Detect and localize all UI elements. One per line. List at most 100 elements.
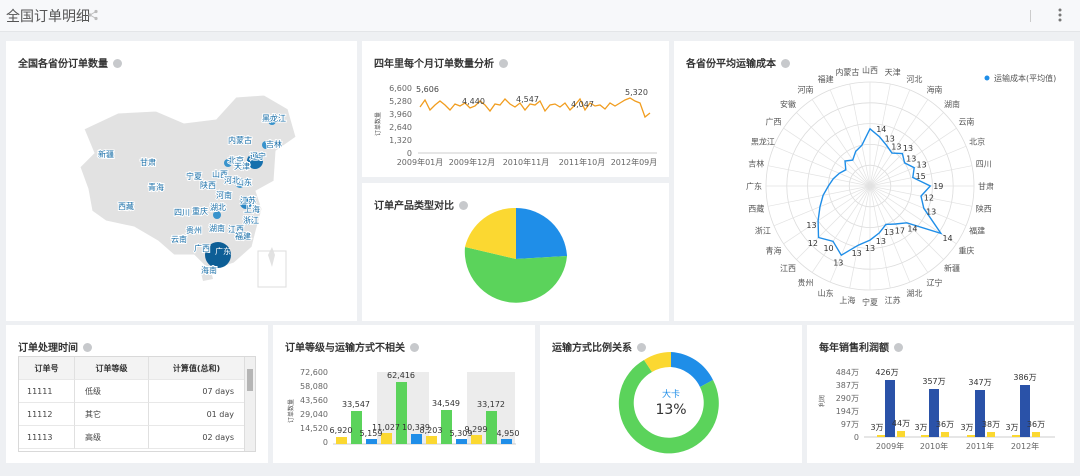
radar-axis-label: 海南 (926, 85, 942, 95)
y-tick: 387万 (836, 381, 859, 390)
bar (941, 432, 949, 437)
radar-value-label: 12 (924, 194, 934, 203)
table-cell: 11113 (19, 426, 75, 449)
bar-label: 36万 (936, 420, 954, 429)
bar (897, 431, 905, 437)
bar (396, 382, 407, 444)
y-axis: 484万 387万 290万 194万 97万 0 (836, 368, 859, 442)
bar-label: 426万 (875, 368, 898, 377)
y-axis-label: 订单数量 (287, 399, 295, 423)
column-header[interactable]: 订单号 (19, 357, 75, 380)
radar-value-label: 17 (895, 227, 905, 236)
y-tick: 3,960 (389, 110, 412, 119)
profit-bar-chart[interactable]: 484万 387万 290万 194万 97万 0 利润 426万 3万 44万… (807, 325, 1074, 463)
y-tick: 29,040 (300, 410, 328, 419)
radar-spoke (773, 185, 871, 227)
x-axis: 2009年01月 2009年12月 2010年11月 2011年10月 2012… (397, 157, 658, 167)
table-scrollbar[interactable] (244, 357, 255, 451)
table-header-row: 订单号 订单等级 计算值(总和) (19, 357, 245, 380)
radar-panel: 各省份平均运输成本 运输成本(平均值) 山西 天津 河北 海南 湖南 云南 北京 四川 甘肃 陕西… (674, 41, 1074, 321)
bar (471, 435, 482, 444)
radar-value-label: 13 (806, 221, 816, 230)
map-province-label: 西藏 (118, 201, 134, 211)
annotation: 4,547 (516, 95, 539, 104)
radar-axis-label: 吉林 (748, 158, 764, 168)
donut-slice-blue (671, 352, 713, 387)
bar-label: 36万 (1027, 420, 1045, 429)
radar-axis-label: 山西 (862, 65, 878, 75)
product-pie-chart[interactable] (362, 183, 669, 321)
x-tick: 2010年 (920, 441, 948, 451)
radar-value-label: 14 (942, 234, 952, 243)
radar-axis-label: 重庆 (958, 245, 974, 255)
radar-spoke (796, 112, 871, 187)
radar-chart[interactable]: 运输成本(平均值) 山西 天津河北海南湖南云南北京四川甘肃陕西福建重庆新疆辽宁湖北… (674, 41, 1074, 321)
bar-label: 3万 (914, 423, 927, 432)
map-province-label: 陕西 (200, 180, 216, 190)
table-row[interactable]: 11112 其它 01 day (19, 403, 245, 426)
radar-axis-label: 江西 (780, 264, 796, 273)
radar-axis-label: 陕西 (976, 204, 992, 214)
panel-title: 订单处理时间 (18, 339, 92, 354)
bar (921, 435, 929, 437)
bar (351, 411, 362, 444)
order-table: 订单号 订单等级 计算值(总和) 11111 低级 07 days 11112 … (18, 356, 256, 452)
share-icon[interactable] (87, 9, 99, 21)
bar-label: 11,027 (372, 423, 400, 432)
product-panel: 订单产品类型对比 (362, 183, 669, 321)
radar-value-label: 13 (926, 207, 936, 216)
radar-axis-label: 天津 (885, 67, 901, 77)
shipping-bar-chart[interactable]: 72,600 58,080 43,560 29,040 14,520 0 订单数… (273, 325, 535, 463)
radar-axis-label: 广西 (766, 117, 782, 127)
y-tick: 290万 (836, 394, 859, 403)
legend-marker (984, 75, 990, 81)
radar-axis-label: 上海 (839, 295, 855, 305)
bar (426, 436, 437, 444)
map-province-label: 浙江 (243, 215, 259, 225)
donut-center-value: 13% (655, 402, 686, 418)
more-icon[interactable] (1054, 6, 1066, 24)
map-province-label: 福建 (235, 231, 251, 241)
bar (885, 380, 895, 437)
china-map[interactable]: 黑龙江内蒙古 吉林新疆甘肃 北京 辽宁宁夏天津青海山西山东陕西河北西藏河南江苏四川 重庆… (6, 41, 357, 321)
bar (975, 390, 985, 437)
bar-label: 9,299 (465, 425, 488, 434)
column-header[interactable]: 订单等级 (75, 357, 149, 380)
annotation: 5,606 (416, 85, 439, 94)
radar-axis-label: 宁夏 (862, 297, 878, 307)
radar-value-label: 13 (906, 154, 916, 163)
pie-slice-blue (516, 207, 567, 259)
radar-axis-label: 浙江 (755, 225, 771, 235)
bar (1032, 432, 1040, 437)
table-cell: 低级 (75, 380, 149, 403)
info-icon[interactable] (83, 343, 92, 352)
radar-value-labels: 141313 1313131519121314141713131313131012… (806, 125, 952, 267)
y-tick: 5,280 (389, 97, 412, 106)
radar-axis-label: 福建 (818, 74, 834, 84)
table-row[interactable]: 11111 低级 07 days (19, 380, 245, 403)
x-tick: 2012年09月 (611, 157, 658, 167)
radar-spoke (829, 185, 871, 283)
radar-value-label: 10 (823, 244, 833, 253)
map-province-label: 湖南 (209, 223, 225, 233)
column-header[interactable]: 计算值(总和) (149, 357, 245, 380)
x-axis: 2009年 2010年 2011年 2012年 (876, 441, 1039, 451)
radar-axis-label: 甘肃 (978, 181, 994, 191)
bar (486, 411, 497, 444)
monthly-line-chart[interactable]: 6,600 5,280 3,960 2,640 1,320 0 订单数量 5,6… (362, 41, 669, 177)
ratio-donut-chart[interactable]: 大卡 13% (540, 325, 802, 463)
y-tick: 97万 (841, 420, 859, 429)
scrollbar-thumb[interactable] (247, 369, 253, 391)
annotation: 5,320 (625, 88, 648, 97)
radar-axis-label: 江苏 (885, 295, 901, 305)
radar-value-label: 13 (916, 161, 926, 170)
x-tick: 2009年 (876, 441, 904, 451)
toolbar-divider (1030, 10, 1031, 22)
bar-label: 8,203 (420, 426, 443, 435)
table-row[interactable]: 11113 高级 02 days (19, 426, 245, 449)
map-province-label: 重庆 (192, 206, 208, 216)
radar-value-label: 13 (852, 249, 862, 258)
bar-labels: 426万 3万 44万 357万 3万 36万 347万 3万 38万 386万… (870, 368, 1045, 432)
map-province-label: 青海 (148, 182, 164, 192)
y-tick: 2,640 (389, 123, 412, 132)
